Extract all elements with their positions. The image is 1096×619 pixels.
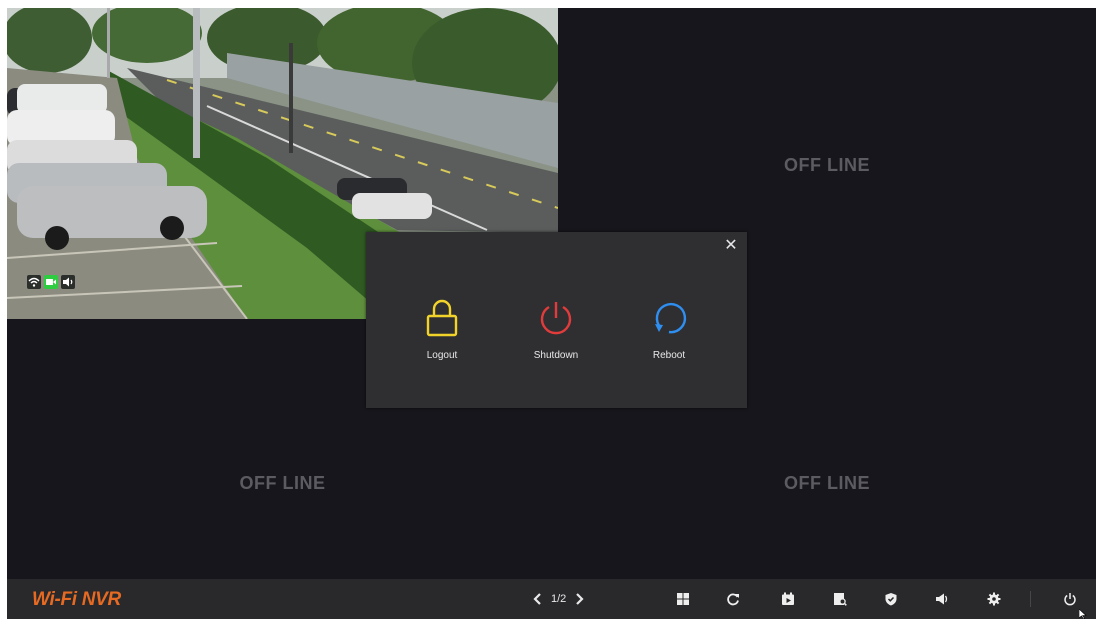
taskbar-divider <box>1030 591 1031 607</box>
settings-icon[interactable] <box>987 592 1001 606</box>
record-icon <box>44 275 58 289</box>
shutdown-button[interactable]: Shutdown <box>511 298 601 361</box>
offline-label: OFF LINE <box>239 473 326 493</box>
power-dialog: ✕ Logout Shutdown Reboot <box>366 232 747 408</box>
split-screen-icon[interactable] <box>676 592 690 606</box>
page-navigator: 1/2 <box>533 591 584 607</box>
camera-status-icons <box>27 275 75 289</box>
wifi-icon <box>27 275 41 289</box>
refresh-icon[interactable] <box>726 592 740 606</box>
mouse-cursor-icon <box>1079 609 1087 619</box>
shutdown-label: Shutdown <box>533 350 579 361</box>
broadcast-icon[interactable] <box>935 592 949 606</box>
reboot-button[interactable]: Reboot <box>624 298 714 361</box>
shield-icon[interactable] <box>884 592 898 606</box>
logout-label: Logout <box>426 350 458 361</box>
offline-label: OFF LINE <box>784 155 870 175</box>
page-indicator: 1/2 <box>551 593 567 605</box>
power-icon[interactable] <box>1063 592 1077 606</box>
search-icon[interactable] <box>833 592 847 606</box>
reboot-label: Reboot <box>652 350 686 361</box>
chevron-left-icon[interactable] <box>533 592 543 606</box>
logout-button[interactable]: Logout <box>397 298 487 361</box>
offline-label: OFF LINE <box>784 473 870 493</box>
lock-icon <box>426 299 458 337</box>
power-icon <box>540 302 572 335</box>
brand-logo: Wi-Fi NVR <box>32 589 121 610</box>
reboot-icon <box>655 302 687 334</box>
audio-icon <box>61 275 75 289</box>
playback-icon[interactable] <box>781 592 795 606</box>
taskbar: Wi-Fi NVR 1/2 <box>7 579 1096 619</box>
chevron-right-icon[interactable] <box>574 592 584 606</box>
close-icon[interactable]: ✕ <box>723 238 739 254</box>
